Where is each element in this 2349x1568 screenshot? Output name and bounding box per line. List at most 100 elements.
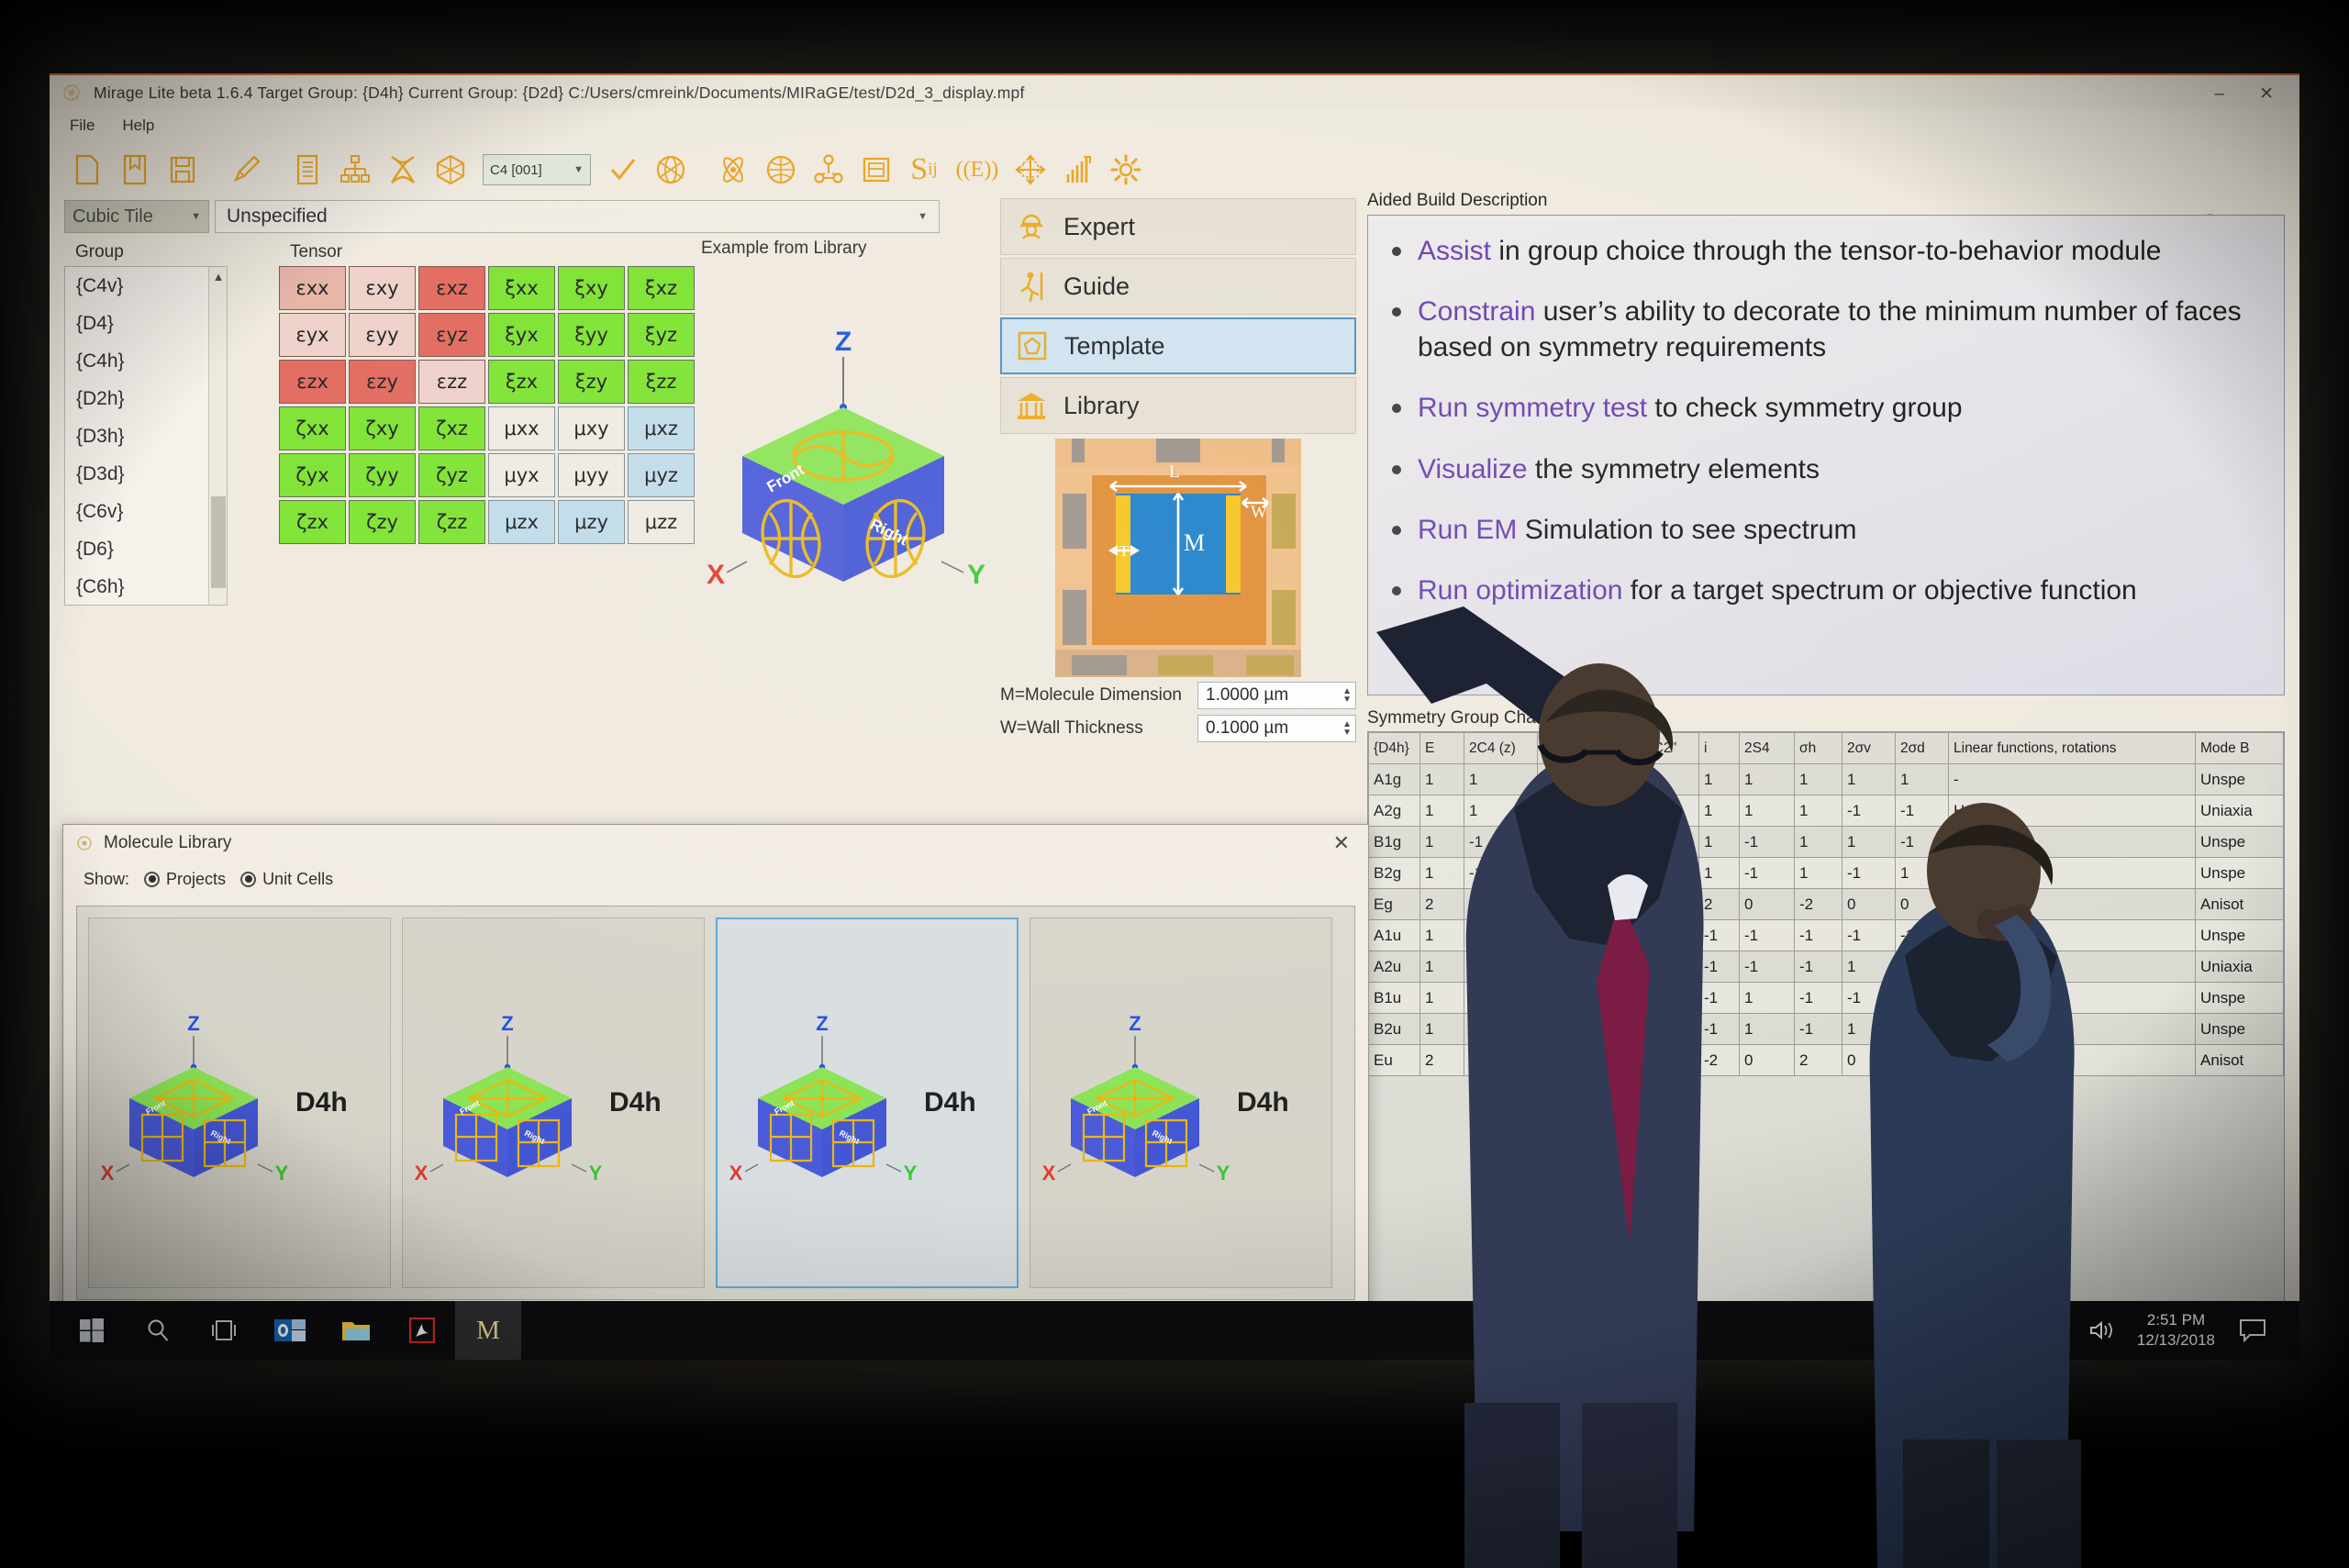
molecule-cube-viewport[interactable]: Z X Y Front Right — [1036, 997, 1233, 1208]
tensor-cell[interactable]: μzy — [558, 500, 625, 544]
tensor-cell[interactable]: εzy — [349, 360, 416, 404]
sij-icon[interactable]: Sij — [901, 147, 947, 193]
windows-start-icon[interactable] — [59, 1301, 125, 1360]
group-list-scrollbar[interactable]: ▲ — [208, 267, 227, 605]
search-icon[interactable] — [125, 1301, 191, 1360]
tensor-cell[interactable]: εxy — [349, 266, 416, 310]
tensor-cell[interactable]: εyy — [349, 313, 416, 357]
molecule-cube-viewport[interactable]: Z X Y Front Right — [408, 997, 606, 1208]
example-cube-viewport[interactable]: Z X Y Front Right — [692, 270, 995, 618]
character-table-column-header[interactable]: C2 — [1537, 732, 1586, 764]
tensor-cell[interactable]: ζyx — [279, 453, 346, 497]
table-row[interactable]: A2g 1 1 1 -1 -1 1 1 1 -1 -1 Hz Uniaxia — [1368, 795, 2284, 827]
stepper-arrows-icon[interactable]: ▲ ▼ — [1342, 720, 1352, 738]
character-table-column-header[interactable]: Mode B — [2195, 732, 2284, 764]
acrobat-reader-icon[interactable] — [389, 1301, 455, 1360]
character-table-column-header[interactable]: Linear functions, rotations — [1948, 732, 2196, 764]
tensor-cell[interactable]: ξzx — [488, 360, 555, 404]
wall-thickness-input[interactable]: 0.1000 µm ▲ ▼ — [1197, 715, 1356, 742]
character-table-column-header[interactable]: 2S4 — [1739, 732, 1795, 764]
tensor-cell[interactable]: ξyz — [628, 313, 695, 357]
tensor-cell[interactable]: ξxy — [558, 266, 625, 310]
volume-icon[interactable] — [2089, 1319, 2113, 1341]
stepper-arrows-icon[interactable]: ▲ ▼ — [1342, 687, 1352, 705]
mirage-app-icon[interactable]: M — [455, 1301, 521, 1360]
tensor-cell[interactable]: ζyy — [349, 453, 416, 497]
mode-button-expert[interactable]: Expert — [1000, 198, 1356, 255]
airplane-mode-icon[interactable] — [2039, 1318, 2065, 1343]
molecule-icon[interactable] — [806, 147, 852, 193]
symmetry-cross-icon[interactable] — [380, 147, 426, 193]
globe-icon[interactable] — [758, 147, 804, 193]
table-icon[interactable] — [853, 147, 899, 193]
character-table-column-header[interactable]: 2σd — [1895, 732, 1949, 764]
group-list-item[interactable]: {D6} — [65, 530, 227, 568]
character-table-column-header[interactable]: 2C2' — [1585, 732, 1641, 764]
tensor-cell[interactable]: εxx — [279, 266, 346, 310]
table-row[interactable]: B1g 1 -1 1 1 -1 1 -1 1 1 -1- Unspe — [1368, 826, 2284, 858]
tensor-cell[interactable]: μxx — [488, 406, 555, 450]
outlook-icon[interactable] — [257, 1301, 323, 1360]
table-row[interactable]: A1g 1 1 1 1 1 1 1 1 1 1- Unspe — [1368, 763, 2284, 795]
check-icon[interactable] — [600, 147, 646, 193]
hierarchy-icon[interactable] — [332, 147, 378, 193]
sphere-symmetry-icon[interactable] — [648, 147, 694, 193]
minimize-button[interactable]: – — [2215, 85, 2225, 103]
radio-projects[interactable]: Projects — [144, 870, 226, 889]
tensor-cell[interactable]: μyx — [488, 453, 555, 497]
molecule-cube-viewport[interactable]: Z X Y Front Right — [95, 997, 292, 1208]
tensor-cell[interactable]: ξyx — [488, 313, 555, 357]
menu-item-help[interactable]: Help — [122, 117, 154, 135]
character-table-column-header[interactable]: {D4h} — [1368, 732, 1420, 764]
molecule-library-card[interactable]: Z X Y Front Right D4h — [88, 917, 391, 1288]
tensor-cell[interactable]: εyz — [418, 313, 485, 357]
close-button[interactable]: ✕ — [2259, 85, 2274, 103]
tensor-cell[interactable]: μxy — [558, 406, 625, 450]
tensor-cell[interactable]: μzz — [628, 500, 695, 544]
action-center-icon[interactable] — [2239, 1318, 2266, 1342]
table-row[interactable]: B2g 1 -1 1 -1 1 1 -1 1 -1 1 Unspe — [1368, 857, 2284, 889]
molecule-library-card[interactable]: Z X Y Front Right D4h — [716, 917, 1019, 1288]
table-row[interactable]: B1u 1 -1 1 1 -1 -1 1 -1 -1 1 Unspe — [1368, 982, 2284, 1014]
group-list-item[interactable]: {D3h} — [65, 417, 227, 455]
tensor-cell[interactable]: μxz — [628, 406, 695, 450]
group-list-item[interactable]: {D3d} — [65, 455, 227, 493]
radio-unit-cells[interactable]: Unit Cells — [240, 870, 333, 889]
group-list-item[interactable]: {C4h} — [65, 342, 227, 380]
tensor-cell[interactable]: εzx — [279, 360, 346, 404]
molecule-cube-viewport[interactable]: Z X Y Front Right — [723, 997, 920, 1208]
tensor-cell[interactable]: εyx — [279, 313, 346, 357]
molecule-library-card[interactable]: Z X Y Front Right D4h — [402, 917, 705, 1288]
new-file-icon[interactable] — [64, 147, 110, 193]
character-table-column-header[interactable]: i — [1698, 732, 1740, 764]
tensor-cell[interactable]: εxz — [418, 266, 485, 310]
tensor-cell[interactable]: ζxz — [418, 406, 485, 450]
character-table-column-header[interactable]: σh — [1794, 732, 1842, 764]
tile-type-dropdown[interactable]: Unspecified ▼ — [215, 200, 940, 233]
character-icon[interactable]: ((E)) — [949, 147, 1006, 193]
character-table-column-header[interactable]: 2C2'' — [1640, 732, 1699, 764]
taskbar-clock[interactable]: 2:51 PM 12/13/2018 — [2137, 1310, 2215, 1351]
spectrum-icon[interactable] — [1055, 147, 1101, 193]
scrollbar-thumb[interactable] — [211, 496, 226, 588]
group-list-item[interactable]: {D2h} — [65, 380, 227, 417]
expand-arrows-icon[interactable] — [1008, 147, 1053, 193]
table-row[interactable]: A1u 1 1 1 1 1 -1 -1 -1 -1 -1 Unspe — [1368, 919, 2284, 951]
tensor-cell[interactable]: ξzy — [558, 360, 625, 404]
save-icon[interactable] — [160, 147, 206, 193]
group-list-item[interactable]: {C4v} — [65, 267, 227, 305]
tensor-cell[interactable]: μyy — [558, 453, 625, 497]
tensor-cell[interactable]: μzx — [488, 500, 555, 544]
polyhedron-icon[interactable] — [428, 147, 473, 193]
mode-button-guide[interactable]: Guide — [1000, 258, 1356, 315]
molecule-card-list[interactable]: Z X Y Front Right D4h Z X Y Front Right D4h Z X Y Front… — [76, 906, 1355, 1300]
tensor-cell[interactable]: ξyy — [558, 313, 625, 357]
table-row[interactable]: A2u 1 1 1 -1 -1 -1 -1 -1 1 1 Ez Uniaxia — [1368, 951, 2284, 983]
task-view-icon[interactable] — [191, 1301, 257, 1360]
table-row[interactable]: B2u 1 -1 1 -1 1 -1 1 -1 1 -1 Unspe — [1368, 1013, 2284, 1045]
character-table-box[interactable]: {D4h} E 2C4 (z) C2 2C2' 2C2'' i 2S4 σh 2σv 2σd Line… — [1367, 731, 2285, 1357]
molecule-library-card[interactable]: Z X Y Front Right D4h — [1030, 917, 1332, 1288]
molecule-dimension-input[interactable]: 1.0000 µm ▲ ▼ — [1197, 682, 1356, 709]
symmetry-axis-select[interactable]: C4 [001] ▼ — [483, 154, 591, 185]
table-row[interactable]: Eg 2 0 -2 0 0 2 0 -2 0 0 (Hx, Hy) Anisot — [1368, 888, 2284, 920]
